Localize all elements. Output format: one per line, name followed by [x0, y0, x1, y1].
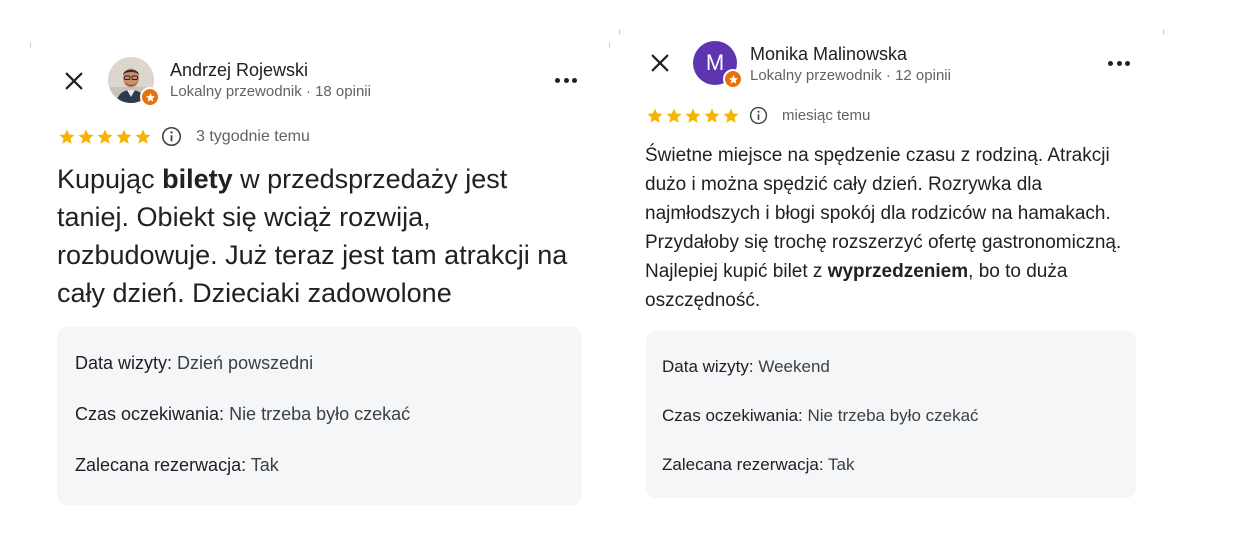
star-rating: [58, 128, 153, 146]
detail-reservation: Zalecana rezerwacja: Tak: [75, 454, 564, 476]
crop-mark: [1163, 29, 1164, 35]
review-text: Świetne miejsce na spędzenie czasu z rod…: [645, 141, 1145, 315]
detail-label: Data wizyty:: [75, 353, 173, 373]
detail-wait-time: Czas oczekiwania: Nie trzeba było czekać: [75, 403, 564, 425]
detail-reservation: Zalecana rezerwacja: Tak: [662, 454, 1120, 476]
more-options-button[interactable]: [555, 70, 577, 90]
info-icon[interactable]: [161, 126, 182, 147]
close-icon: [651, 54, 669, 72]
detail-value: Dzień powszedni: [172, 353, 314, 373]
visit-details: Data wizyty: Weekend Czas oczekiwania: N…: [646, 331, 1136, 498]
star-icon: [722, 107, 740, 125]
info-icon[interactable]: [749, 106, 768, 125]
star-icon: [77, 128, 95, 146]
author-meta: Lokalny przewodnik · 12 opinii: [750, 67, 951, 84]
star-icon: [646, 107, 664, 125]
more-options-button[interactable]: [1108, 53, 1130, 73]
detail-label: Data wizyty:: [662, 357, 754, 376]
review-text-bold: wyprzedzeniem: [827, 261, 969, 282]
rating-row: 3 tygodnie temu: [58, 126, 310, 147]
detail-label: Czas oczekiwania:: [75, 404, 225, 424]
detail-label: Czas oczekiwania:: [662, 406, 803, 425]
star-icon: [665, 107, 683, 125]
detail-value: Tak: [246, 455, 279, 475]
detail-wait-time: Czas oczekiwania: Nie trzeba było czekać: [662, 405, 1120, 427]
more-dot-icon: [563, 77, 569, 83]
review-date: miesiąc temu: [782, 107, 871, 124]
more-dot-icon: [555, 77, 560, 83]
star-icon: [96, 128, 114, 146]
more-dot-icon: [1108, 60, 1113, 66]
star-badge-icon: [145, 92, 155, 102]
review-text-bold: bilety: [162, 164, 233, 194]
close-button[interactable]: [60, 67, 88, 95]
local-guide-badge: [723, 69, 743, 89]
detail-visit-date: Data wizyty: Dzień powszedni: [75, 352, 564, 374]
avatar[interactable]: M: [693, 41, 743, 89]
more-dot-icon: [572, 77, 577, 83]
detail-visit-date: Data wizyty: Weekend: [662, 356, 1120, 378]
close-button[interactable]: [646, 49, 674, 77]
author-meta: Lokalny przewodnik · 18 opinii: [170, 83, 371, 100]
detail-value: Tak: [823, 455, 855, 474]
local-guide-badge: [140, 87, 160, 107]
detail-value: Nie trzeba było czekać: [224, 404, 411, 424]
close-icon: [65, 72, 83, 90]
author-name[interactable]: Andrzej Rojewski: [170, 59, 371, 81]
avatar[interactable]: [108, 57, 160, 107]
visit-details: Data wizyty: Dzień powszedni Czas oczeki…: [57, 327, 582, 505]
rating-row: miesiąc temu: [646, 106, 870, 125]
review-text-part: Kupując: [57, 164, 163, 194]
detail-value: Weekend: [753, 357, 830, 376]
star-icon: [684, 107, 702, 125]
detail-label: Zalecana rezerwacja:: [662, 455, 824, 474]
star-icon: [134, 128, 152, 146]
star-badge-icon: [728, 74, 738, 84]
review-date: 3 tygodnie temu: [196, 127, 310, 145]
more-dot-icon: [1116, 60, 1122, 66]
author-info: Monika Malinowska Lokalny przewodnik · 1…: [750, 43, 951, 86]
detail-label: Zalecana rezerwacja:: [75, 455, 247, 475]
star-icon: [115, 128, 133, 146]
review-card: M Monika Malinowska Lokalny przewodnik ·…: [628, 30, 1163, 510]
detail-value: Nie trzeba było czekać: [802, 406, 979, 425]
crop-mark: [609, 42, 610, 48]
review-text: Kupując bilety w przedsprzedaży jest tan…: [57, 160, 577, 312]
crop-mark: [30, 42, 31, 48]
crop-mark: [619, 29, 620, 35]
author-info: Andrzej Rojewski Lokalny przewodnik · 18…: [170, 59, 371, 102]
star-icon: [703, 107, 721, 125]
more-dot-icon: [1125, 60, 1130, 66]
author-name[interactable]: Monika Malinowska: [750, 43, 951, 65]
star-rating: [646, 107, 741, 125]
review-card: Andrzej Rojewski Lokalny przewodnik · 18…: [40, 40, 600, 520]
star-icon: [58, 128, 76, 146]
